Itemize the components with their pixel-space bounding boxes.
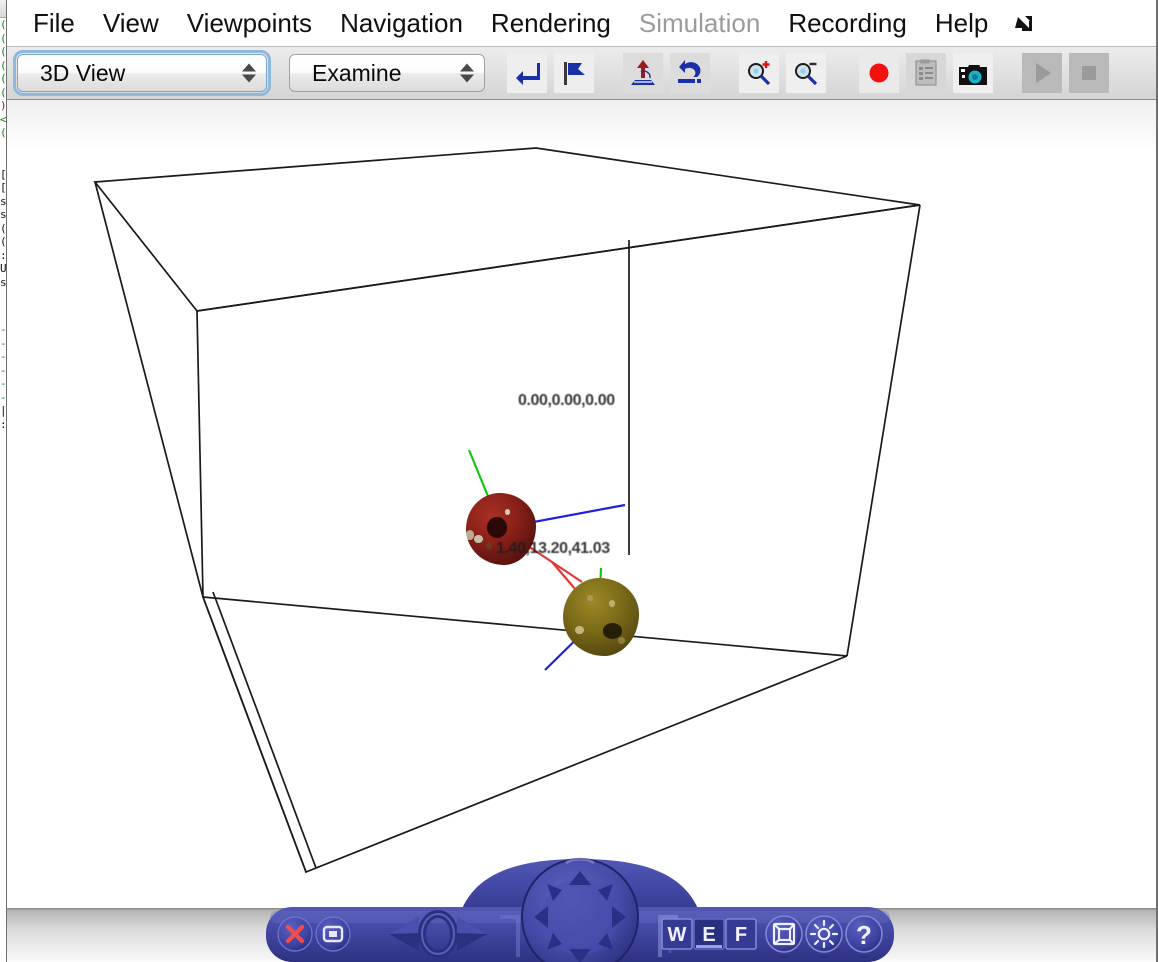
3d-viewport[interactable]: 0.00,0.00,0.00 1.40,13.20,41.03 — [7, 100, 1156, 908]
reset-view-button[interactable] — [670, 53, 710, 93]
home-button[interactable] — [507, 53, 547, 93]
dash-flat-button[interactable]: F — [725, 918, 757, 950]
menu-bar: File View Viewpoints Navigation Renderin… — [7, 0, 1156, 47]
dash-examine-button[interactable]: E — [693, 918, 725, 950]
dash-wireframe-label: W — [668, 924, 687, 946]
zoom-out-button[interactable] — [786, 53, 826, 93]
flag-icon — [564, 62, 585, 85]
dash-close-button[interactable] — [277, 916, 313, 952]
dash-headlight-button[interactable] — [805, 915, 843, 953]
body-olive[interactable] — [563, 578, 639, 656]
scene-wireframe — [93, 147, 921, 874]
log-button — [906, 53, 946, 93]
menu-file[interactable]: File — [19, 0, 89, 46]
stop-button — [1069, 53, 1109, 93]
record-dot-icon — [869, 63, 889, 83]
view-all-button[interactable] — [623, 53, 663, 93]
viewer-window: File View Viewpoints Navigation Renderin… — [6, 0, 1158, 962]
dash-dial[interactable] — [521, 857, 639, 962]
play-button — [1022, 53, 1062, 93]
crater — [473, 534, 483, 544]
record-button[interactable] — [859, 53, 899, 93]
crater — [608, 599, 616, 607]
dash-viewall-button[interactable] — [765, 915, 803, 953]
body-olive-label: 1.40,13.20,41.03 — [496, 540, 610, 557]
menu-simulation: Simulation — [638, 8, 761, 38]
crater — [587, 595, 594, 602]
overflow-arrow-icon[interactable] — [1012, 10, 1038, 36]
mode-select[interactable]: Examine — [289, 54, 485, 92]
menu-view[interactable]: View — [89, 0, 173, 46]
question-mark-icon: ? — [856, 920, 872, 950]
zoom-in-button[interactable] — [739, 53, 779, 93]
view-select-value: 3D View — [40, 59, 126, 86]
zoom-out-icon — [795, 62, 818, 86]
dash-examine-label: E — [702, 924, 715, 946]
body-red-label: 0.00,0.00,0.00 — [518, 392, 615, 409]
seek-marker-icon — [631, 60, 655, 85]
zoom-in-icon — [748, 61, 771, 86]
dash-flat-label: F — [735, 924, 747, 946]
view-select[interactable]: 3D View — [13, 50, 271, 96]
menu-viewpoints[interactable]: Viewpoints — [173, 0, 326, 46]
undo-arrow-icon — [678, 60, 701, 83]
crater — [617, 637, 626, 644]
crater — [487, 517, 507, 538]
dash-seek-button[interactable] — [315, 916, 351, 952]
dash-help-button[interactable]: ? — [845, 915, 883, 953]
play-triangle-icon — [1036, 63, 1051, 83]
stop-square-icon — [1082, 66, 1096, 80]
menu-navigation[interactable]: Navigation — [326, 0, 477, 46]
snapshot-button[interactable] — [953, 53, 993, 93]
mode-select-spinner-icon — [460, 63, 474, 83]
menu-recording[interactable]: Recording — [774, 0, 921, 46]
menu-rendering[interactable]: Rendering — [477, 0, 625, 46]
dash-wireframe-button[interactable]: W — [661, 918, 693, 950]
application-window: (((((() <([[s s((: Us - - - - - - |: File View Vie… — [0, 0, 1158, 962]
camera-icon — [959, 61, 987, 85]
document-list-icon — [915, 59, 937, 86]
toolbar: 3D View Examine — [7, 47, 1156, 100]
navigation-dashboard: W E F ? — [266, 855, 894, 962]
crater — [485, 543, 492, 550]
crater — [504, 508, 511, 515]
view-select-spinner-icon — [242, 63, 256, 83]
crater — [575, 626, 584, 635]
set-home-button[interactable] — [554, 53, 594, 93]
menu-help[interactable]: Help — [921, 0, 1002, 46]
return-arrow-icon — [516, 63, 540, 85]
mode-select-value: Examine — [312, 59, 402, 86]
